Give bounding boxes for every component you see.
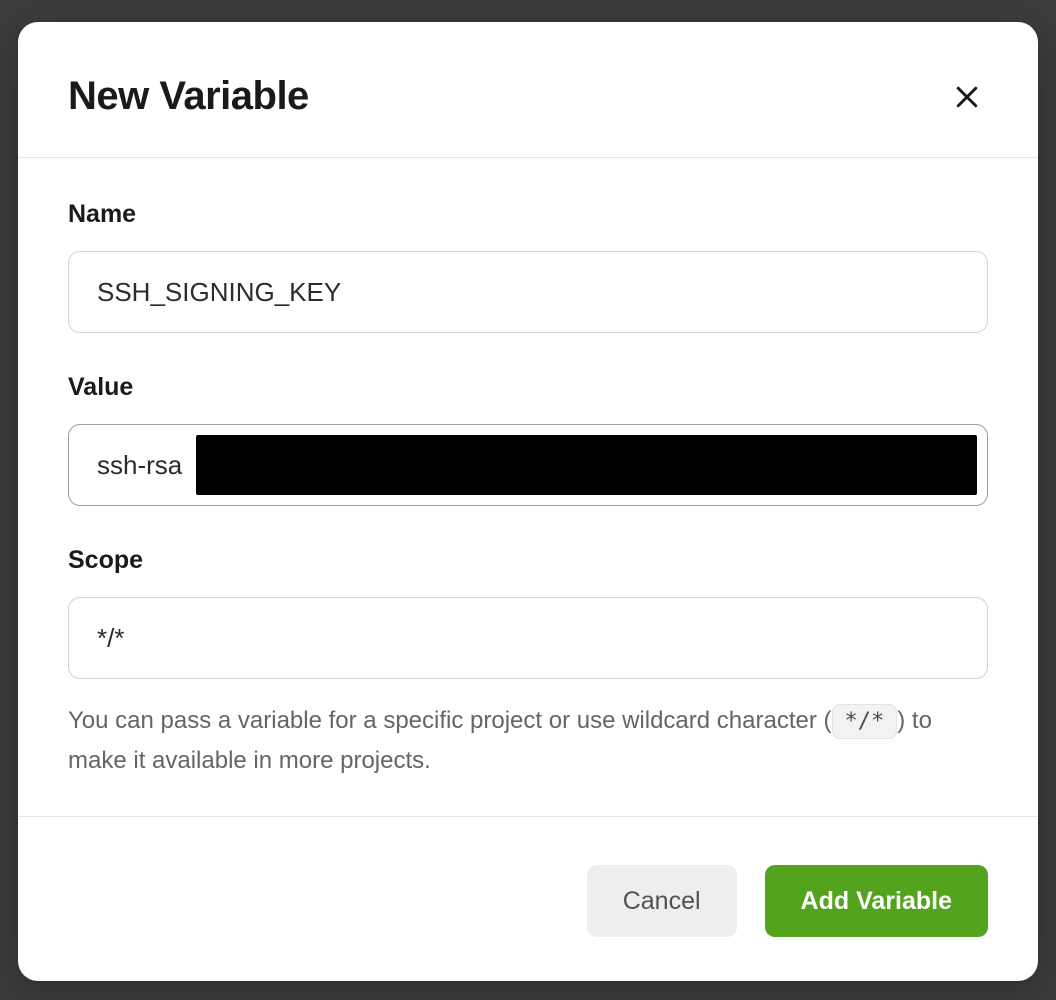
value-input-wrapper: ssh-rsa (68, 424, 988, 506)
scope-help-prefix: You can pass a variable for a specific p… (68, 707, 832, 734)
cancel-button[interactable]: Cancel (587, 865, 737, 937)
scope-help-text: You can pass a variable for a specific p… (68, 701, 988, 780)
scope-help-code: */* (832, 704, 898, 739)
value-field-group: Value ssh-rsa (68, 373, 988, 506)
name-field-group: Name (68, 200, 988, 333)
name-input[interactable] (68, 251, 988, 333)
value-label: Value (68, 373, 988, 402)
name-label: Name (68, 200, 988, 229)
modal-backdrop: New Variable Name Value ssh-rsa (0, 0, 1056, 1000)
modal-footer: Cancel Add Variable (18, 816, 1038, 981)
add-variable-button[interactable]: Add Variable (765, 865, 988, 937)
scope-input[interactable] (68, 597, 988, 679)
modal-body: Name Value ssh-rsa Scope You can pass a … (18, 158, 1038, 816)
close-icon (952, 82, 982, 112)
scope-field-group: Scope You can pass a variable for a spec… (68, 546, 988, 780)
modal-title: New Variable (68, 74, 309, 119)
modal-header: New Variable (18, 22, 1038, 158)
scope-label: Scope (68, 546, 988, 575)
new-variable-modal: New Variable Name Value ssh-rsa (18, 22, 1038, 981)
close-button[interactable] (946, 76, 988, 118)
